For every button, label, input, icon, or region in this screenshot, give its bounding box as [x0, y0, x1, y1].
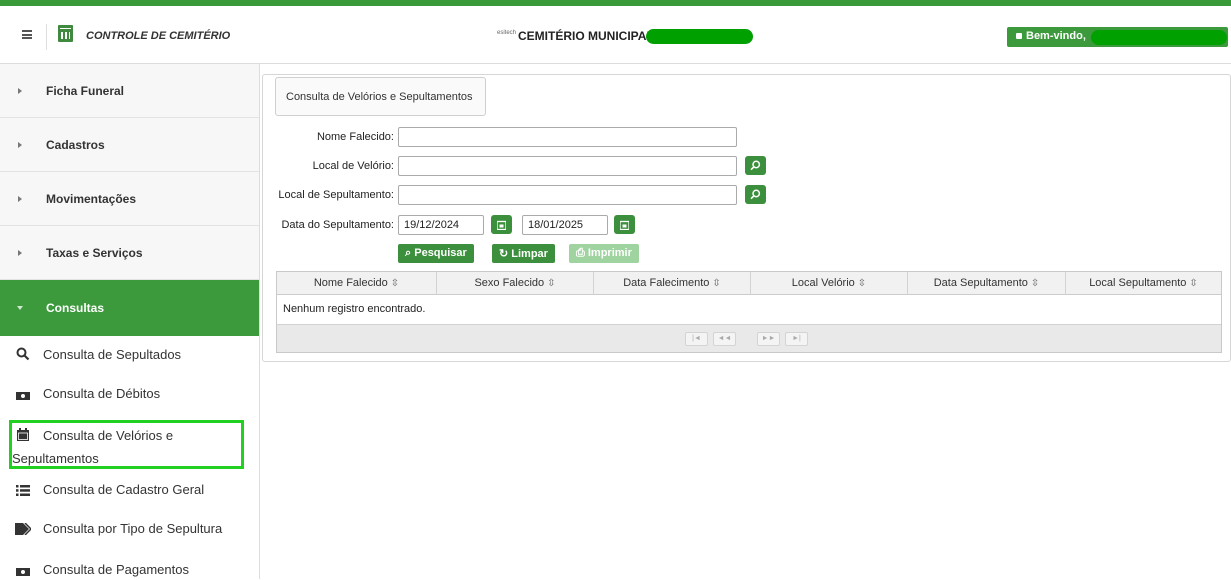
search-icon	[750, 160, 761, 171]
column-header-sexo-falecido[interactable]: Sexo Falecido ⇳	[437, 272, 594, 295]
column-header-local-velorio[interactable]: Local Velório ⇳	[751, 272, 908, 295]
panel-legend-title: Consulta de Velórios e Sepultamentos	[286, 91, 473, 103]
limpar-button[interactable]: ↻ Limpar	[492, 244, 555, 263]
sort-icon: ⇳	[857, 278, 867, 289]
sort-icon: ⇳	[1030, 278, 1040, 289]
imprimir-label: Imprimir	[587, 247, 632, 259]
caret-right-icon	[18, 196, 22, 202]
submenu-label: Consulta de Débitos	[43, 386, 161, 401]
submenu-label: Consulta de Pagamentos	[43, 562, 189, 577]
caret-down-icon	[17, 306, 23, 310]
pesquisar-label: Pesquisar	[414, 247, 467, 259]
nome-falecido-input[interactable]	[398, 127, 737, 147]
grid-pager: |◄ ◄◄ ►► ►|	[277, 324, 1221, 352]
search-icon	[750, 189, 761, 200]
sidebar-item-taxas-servicos[interactable]: Taxas e Serviços	[0, 226, 259, 280]
imprimir-button[interactable]: ⎙ Imprimir	[569, 244, 639, 263]
submenu-label: Consulta de Sepultados	[43, 347, 182, 362]
calculator-icon	[58, 25, 73, 42]
sort-icon: ⇳	[1189, 278, 1198, 289]
sidebar-item-label: Consultas	[46, 301, 105, 315]
column-header-nome-falecido[interactable]: Nome Falecido ⇳	[277, 272, 437, 295]
app-title: CONTROLE DE CEMITÉRIO	[86, 30, 231, 42]
calendar-fim-button[interactable]	[614, 215, 635, 234]
grid-empty-message: Nenhum registro encontrado.	[283, 303, 426, 315]
calendar-icon	[620, 220, 629, 230]
data-fim-input[interactable]: 18/01/2025	[522, 215, 608, 235]
column-header-data-falecimento[interactable]: Data Falecimento ⇳	[594, 272, 751, 295]
redacted-name	[646, 29, 753, 44]
money-icon	[15, 564, 31, 580]
column-header-data-sepultamento[interactable]: Data Sepultamento ⇳	[908, 272, 1066, 295]
data-sepultamento-label: Data do Sepultamento:	[281, 219, 394, 231]
money-icon	[15, 388, 31, 404]
sort-icon: ⇳	[712, 278, 721, 289]
sidebar-item-movimentacoes[interactable]: Movimentações	[0, 172, 259, 226]
search-local-velorio-button[interactable]	[745, 156, 766, 175]
welcome-label: Bem-vindo,	[1026, 30, 1086, 42]
results-grid: Nome Falecido ⇳ Sexo Falecido ⇳ Data Falec…	[276, 271, 1222, 353]
user-icon	[1016, 33, 1022, 39]
sidebar-item-ficha-funeral[interactable]: Ficha Funeral	[0, 64, 259, 118]
first-page-button[interactable]: |◄	[685, 332, 708, 346]
prev-page-button[interactable]: ◄◄	[713, 332, 736, 346]
caret-right-icon	[18, 250, 22, 256]
hamburger-menu-icon[interactable]	[22, 30, 32, 39]
submenu-label: Consulta por Tipo de Sepultura	[43, 521, 223, 536]
print-icon: ⎙	[576, 247, 585, 259]
caret-right-icon	[18, 142, 22, 148]
next-page-button[interactable]: ►►	[757, 332, 780, 346]
column-header-local-sepultamento[interactable]: Local Sepultamento ⇳	[1066, 272, 1221, 295]
header-divider	[46, 24, 47, 50]
selection-highlight	[9, 420, 244, 469]
grid-header: Nome Falecido ⇳ Sexo Falecido ⇳ Data Falec…	[277, 272, 1221, 295]
sidebar-item-label: Cadastros	[46, 138, 105, 152]
header: CONTROLE DE CEMITÉRIO esitech CEMITÉRIO …	[0, 6, 1231, 64]
sidebar-item-label: Taxas e Serviços	[46, 246, 143, 260]
caret-right-icon	[18, 88, 22, 94]
list-icon	[15, 483, 31, 499]
search-local-sepultamento-button[interactable]	[745, 185, 766, 204]
tags-icon	[15, 522, 33, 538]
sidebar-item-cadastros[interactable]: Cadastros	[0, 118, 259, 172]
pesquisar-button[interactable]: ⌕ Pesquisar	[398, 244, 474, 263]
limpar-label: Limpar	[511, 248, 548, 260]
sidebar: Ficha Funeral Cadastros Movimentações Ta…	[0, 64, 260, 579]
local-sepultamento-input[interactable]	[398, 185, 737, 205]
last-page-button[interactable]: ►|	[785, 332, 808, 346]
calendar-inicio-button[interactable]	[491, 215, 512, 234]
refresh-icon: ↻	[499, 248, 509, 260]
submenu-label: Consulta de Cadastro Geral	[43, 482, 205, 497]
search-icon	[15, 347, 31, 364]
data-inicio-input[interactable]: 19/12/2024	[398, 215, 484, 235]
local-velorio-label: Local de Velório:	[312, 160, 394, 172]
brand-logo-text: esitech	[497, 30, 517, 36]
site-title: CEMITÉRIO MUNICIPAL	[518, 29, 654, 43]
sidebar-item-label: Ficha Funeral	[46, 84, 125, 98]
redacted-user	[1091, 30, 1227, 45]
sort-icon: ⇳	[547, 278, 556, 289]
sort-icon: ⇳	[390, 278, 400, 289]
sidebar-item-label: Movimentações	[46, 192, 137, 206]
calendar-icon	[497, 220, 506, 230]
sidebar-item-consultas[interactable]: Consultas	[0, 280, 259, 336]
search-icon: ⌕	[405, 247, 412, 259]
local-sepultamento-label: Local de Sepultamento:	[278, 189, 394, 201]
local-velorio-input[interactable]	[398, 156, 737, 176]
nome-falecido-label: Nome Falecido:	[316, 131, 394, 143]
